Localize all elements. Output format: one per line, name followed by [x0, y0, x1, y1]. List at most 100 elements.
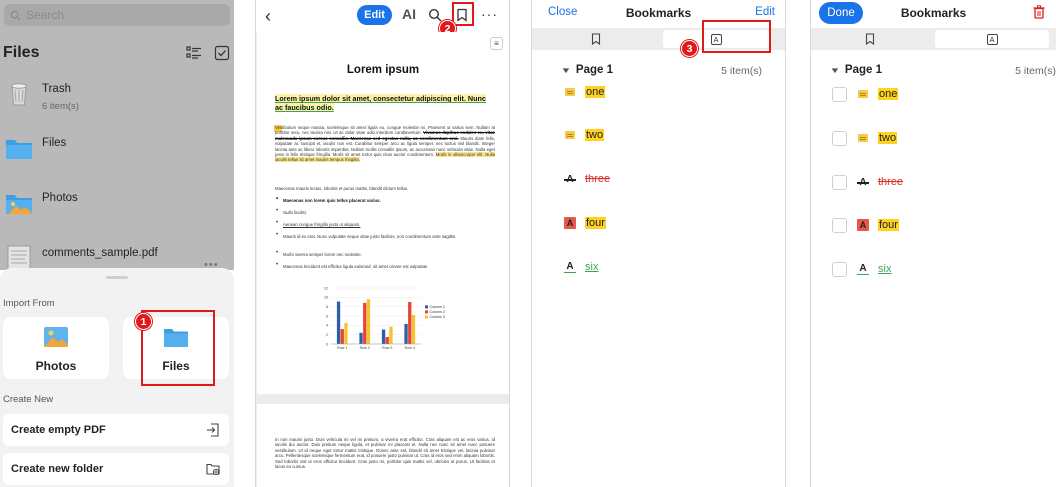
tab-bookmarks[interactable]	[815, 30, 925, 48]
annotation-text: six	[585, 261, 599, 273]
item-count: 6 item(s)	[42, 101, 79, 112]
chart-bar	[366, 299, 371, 344]
chart-xtick-label: Row 2	[360, 346, 370, 350]
annotation-item[interactable]: A six	[564, 259, 598, 275]
chart-xtick-label: Row 3	[382, 346, 392, 350]
doc-subtitle: Lorem ipsum dolor sit amet, consectetur …	[275, 94, 495, 112]
annotation-item[interactable]: A four	[832, 217, 899, 233]
select-checkbox[interactable]	[832, 261, 847, 277]
doc-bullet: Morbi viverra semper lorem nec molestie.	[276, 251, 491, 257]
doc-paragraph-1: Vestibulum neque massa, scelerisque sit …	[275, 125, 495, 163]
item-count: 5 item(s)	[721, 65, 762, 77]
chart-ytick-label: 0	[326, 342, 328, 346]
list-item-trash[interactable]: Trash 6 item(s)	[0, 72, 234, 126]
search-icon[interactable]	[428, 8, 442, 22]
chart-ytick-label: 2	[326, 333, 328, 337]
annotation-item[interactable]: A six	[832, 261, 891, 277]
annotation-text: four	[585, 217, 606, 229]
chart-legend-swatch	[425, 310, 428, 314]
chart-bar	[359, 332, 363, 344]
annotation-item[interactable]: A three	[832, 174, 903, 190]
page-group-header[interactable]: ▼ Page 1	[560, 64, 613, 76]
underline-icon: A	[564, 261, 576, 273]
trash-bin-icon	[11, 83, 27, 106]
annotation-text: three	[585, 173, 611, 185]
chart-bar	[344, 323, 348, 344]
files-list-dimmed: Search Files Trash 6 item(s) Files Photo…	[0, 0, 234, 272]
import-document-icon	[207, 423, 219, 437]
annotation-item[interactable]: A four	[564, 215, 606, 231]
text-box-icon: A	[564, 217, 576, 229]
list-view-icon[interactable]	[186, 45, 202, 61]
chevron-down-icon: ▼	[829, 65, 841, 75]
annotation-item[interactable]: one	[564, 84, 606, 100]
list-item-photos[interactable]: Photos	[0, 181, 234, 235]
select-checkbox[interactable]	[832, 86, 847, 102]
back-chevron-icon[interactable]: ‹	[265, 6, 271, 27]
page-title: Files	[3, 44, 40, 61]
create-empty-pdf-label: Create empty PDF	[11, 424, 106, 436]
edit-button[interactable]: Edit	[755, 6, 775, 18]
select-checkbox[interactable]	[832, 130, 847, 146]
select-checkbox[interactable]	[832, 174, 847, 190]
edit-button[interactable]: Edit	[357, 5, 392, 25]
select-checkbox-icon[interactable]	[214, 45, 230, 61]
pdf-viewer-screen: ‹ Edit AI ··· 2 ≡ Lorem ipsum Lorem ipsu…	[255, 0, 510, 487]
more-menu-icon[interactable]: ···	[481, 6, 498, 22]
create-new-folder-button[interactable]: Create new folder	[3, 453, 229, 485]
tutorial-composite: Search Files Trash 6 item(s) Files Photo…	[0, 0, 1056, 487]
tab-bookmarks[interactable]	[536, 30, 656, 48]
chart-legend-label: Column 3	[430, 315, 445, 319]
item-count: 5 item(s)	[1015, 65, 1056, 77]
document-page-1: ≡ Lorem ipsum Lorem ipsum dolor sit amet…	[257, 32, 509, 394]
list-item-files[interactable]: Files	[0, 126, 234, 180]
annotation-text: one	[878, 88, 899, 100]
photos-icon	[44, 327, 68, 347]
doc-bullet: Maecenas non lorem quis tellus placerat …	[276, 197, 491, 203]
outline-toggle-icon[interactable]: ≡	[490, 37, 503, 50]
text-box-icon: A	[857, 219, 869, 231]
doc-title: Lorem ipsum	[346, 64, 420, 76]
import-photos-label: Photos	[35, 359, 77, 373]
chevron-down-icon: ▼	[560, 65, 572, 75]
chart-bar	[336, 301, 341, 344]
bookmark-type-segment: A	[811, 28, 1056, 50]
tab-annotations[interactable]: A	[935, 30, 1049, 48]
sheet-grabber[interactable]	[106, 276, 128, 279]
annotation-item[interactable]: A three	[564, 171, 610, 187]
chart-legend-swatch	[425, 305, 428, 309]
select-checkbox[interactable]	[832, 217, 847, 233]
underline-icon: A	[857, 263, 869, 275]
chart-ytick-label: 6	[326, 314, 328, 318]
import-photos-button[interactable]: Photos	[3, 317, 109, 379]
strikethrough-icon: A	[857, 176, 869, 188]
chart-legend-label: Column 1	[430, 305, 445, 309]
chart-xtick-label: Row 4	[405, 346, 415, 350]
annotation-item[interactable]: two	[832, 130, 898, 146]
strikethrough-icon: A	[564, 173, 576, 185]
item-name: comments_sample.pdf	[42, 247, 158, 259]
chart-ytick-label: 10	[324, 296, 328, 300]
create-empty-pdf-button[interactable]: Create empty PDF	[3, 414, 229, 446]
doc-bullet: Maecenas tincidunt est efficitur ligula …	[276, 263, 491, 269]
bookmarks-edit-screen: Done Bookmarks A ▼ Page 1 5 item(s) one …	[810, 0, 1056, 487]
document-canvas[interactable]: ≡ Lorem ipsum Lorem ipsum dolor sit amet…	[256, 32, 509, 487]
note-icon	[857, 88, 869, 100]
trash-icon[interactable]	[1033, 5, 1045, 19]
chart-legend-label: Column 2	[430, 310, 445, 314]
import-from-label: Import From	[3, 298, 55, 309]
ai-button[interactable]: AI	[402, 6, 416, 22]
step-badge-1: 1	[135, 313, 152, 330]
chart-bar	[408, 302, 412, 344]
search-input[interactable]: Search	[4, 4, 230, 26]
doc-paragraph-2: Maecenas mauris lectus, lobortis et puru…	[275, 186, 409, 191]
note-icon	[564, 86, 576, 98]
annotation-item[interactable]: two	[564, 127, 605, 143]
page-group-header[interactable]: ▼ Page 1	[829, 64, 882, 76]
callout-box-bookmark	[452, 2, 474, 26]
chart-xtick-label: Row 1	[337, 346, 347, 350]
annotation-item[interactable]: one	[832, 86, 899, 102]
bookmarks-nav: Done Bookmarks	[811, 0, 1056, 28]
page-label: Page 1	[575, 64, 613, 76]
callout-box-files	[141, 310, 215, 386]
